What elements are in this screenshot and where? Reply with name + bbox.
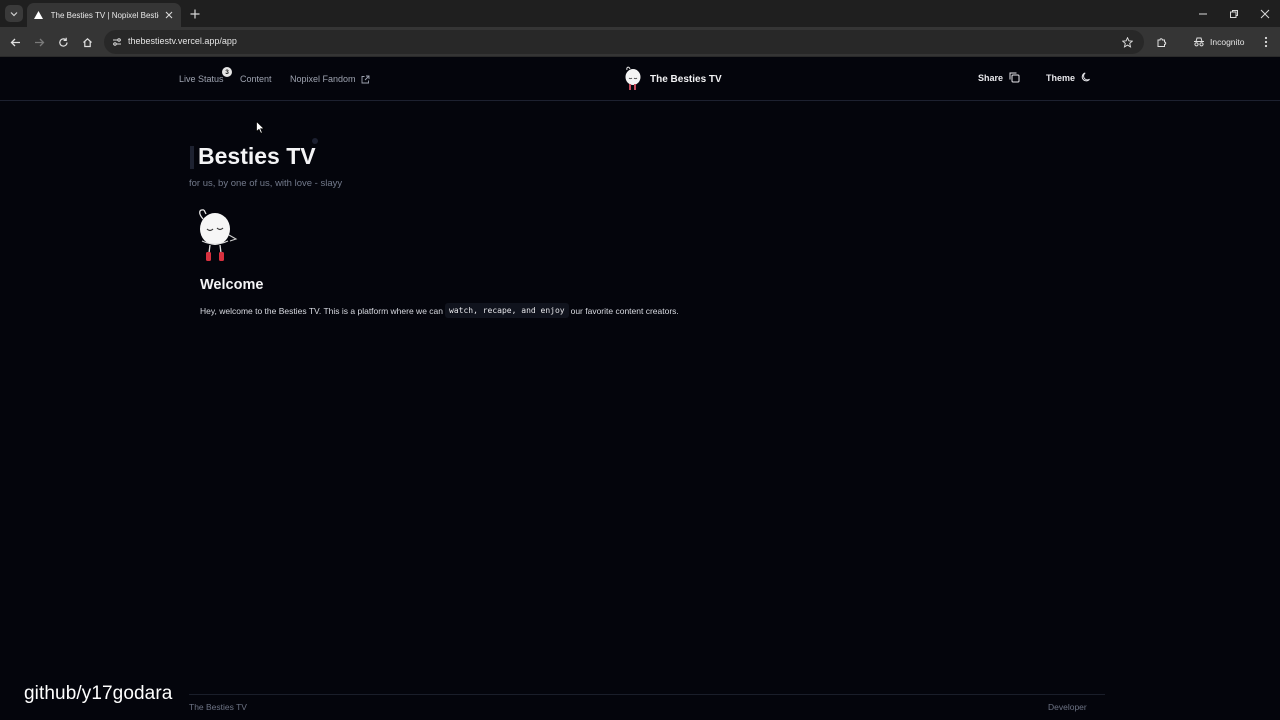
brand-link[interactable]: The Besties TV (622, 66, 722, 92)
close-tab-icon[interactable] (163, 9, 175, 21)
footer-divider (189, 694, 1105, 695)
triangle-favicon-icon (33, 9, 45, 21)
page-subtitle: for us, by one of us, with love - slayy (189, 178, 343, 189)
arrow-left-icon (10, 38, 20, 46)
share-label: Share (978, 72, 1004, 83)
site-header: Live Status 3 Content Nopixel Fandom The… (0, 58, 1280, 101)
nav-live-status[interactable]: Live Status (179, 74, 224, 84)
reload-button[interactable] (55, 34, 71, 50)
browser-toolbar: thebestiestv.vercel.app/app Incognito (0, 27, 1280, 57)
mouse-cursor-icon (256, 120, 265, 139)
incognito-label: Incognito (1210, 37, 1245, 47)
browser-tabstrip: The Besties TV | Nopixel Besties (0, 0, 1280, 27)
video-watermark: github/y17godara (24, 683, 173, 704)
close-icon (1260, 9, 1270, 19)
new-tab-button[interactable] (187, 6, 202, 21)
moon-icon (1081, 72, 1090, 82)
incognito-icon (1194, 37, 1204, 47)
mascot-illustration (193, 207, 239, 268)
arrow-right-icon (34, 38, 44, 46)
hero-accent-bar (190, 146, 194, 169)
more-vertical-icon (1264, 36, 1268, 48)
welcome-text-end: our favorite content creators. (570, 305, 679, 316)
puzzle-icon (1157, 37, 1166, 47)
welcome-code-snippet: watch, recape, and enjoy (445, 303, 569, 318)
mascot-logo-icon (625, 66, 641, 90)
welcome-paragraph: Hey, welcome to the Besties TV. This is … (200, 303, 679, 318)
url-text: thebestiestv.vercel.app/app (128, 36, 237, 46)
home-button[interactable] (79, 34, 95, 50)
home-icon (82, 37, 92, 47)
tab-title: The Besties TV | Nopixel Besties (50, 10, 160, 20)
live-count-badge: 3 (222, 67, 232, 77)
tab-search-button[interactable] (5, 5, 23, 22)
footer-brand: The Besties TV (189, 702, 247, 712)
site-settings-icon[interactable] (110, 35, 124, 49)
brand-title: The Besties TV (650, 73, 722, 85)
back-button[interactable] (7, 34, 23, 50)
theme-label: Theme (1046, 72, 1076, 83)
nav-nopixel-fandom[interactable]: Nopixel Fandom (290, 74, 370, 84)
welcome-text-start: Hey, welcome to the Besties TV. This is … (200, 305, 443, 316)
copy-icon (1009, 72, 1020, 83)
browser-menu-button[interactable] (1258, 34, 1274, 50)
reload-icon (58, 37, 68, 47)
external-link-icon (361, 75, 369, 83)
nav-fandom-label: Nopixel Fandom (290, 74, 356, 84)
restore-button[interactable] (1226, 6, 1242, 22)
theme-toggle-button[interactable]: Theme (1046, 72, 1092, 83)
welcome-heading: Welcome (200, 277, 264, 293)
hero-decoration-dot (312, 138, 318, 144)
minimize-button[interactable] (1195, 6, 1211, 22)
footer-developer-link[interactable]: Developer (1048, 702, 1087, 712)
address-bar[interactable]: thebestiestv.vercel.app/app (104, 30, 1144, 54)
chevron-down-icon (10, 11, 18, 16)
restore-icon (1230, 10, 1238, 18)
minimize-icon (1199, 13, 1207, 15)
forward-button[interactable] (31, 34, 47, 50)
bookmark-star-icon[interactable] (1120, 35, 1134, 49)
nav-content[interactable]: Content (240, 74, 272, 84)
share-button[interactable]: Share (978, 72, 1020, 83)
incognito-indicator[interactable]: Incognito (1187, 31, 1251, 53)
plus-icon (190, 9, 199, 18)
browser-tab[interactable]: The Besties TV | Nopixel Besties (27, 3, 181, 27)
close-window-button[interactable] (1257, 6, 1273, 22)
extensions-button[interactable] (1153, 34, 1169, 50)
page-title: Besties TV (198, 143, 316, 169)
